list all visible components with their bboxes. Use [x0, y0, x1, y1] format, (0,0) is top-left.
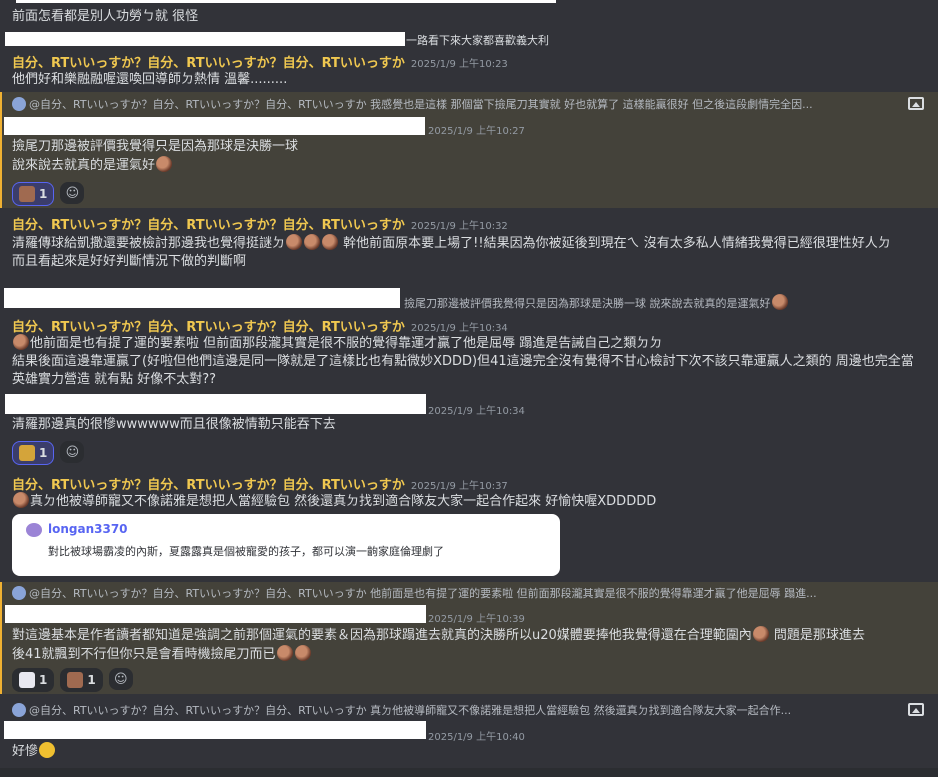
- redacted-block: [5, 32, 405, 46]
- reply-preview[interactable]: @自分、RTいいっすか？自分、RTいいっすか？自分、RTいいっすか 我感覺也是這…: [12, 96, 908, 112]
- message-text: 清羅那邊真的很慘wwwwww而且很像被情勒只能吞下去: [12, 417, 336, 432]
- message: 自分、RTいいっすか？自分、RTいいっすか？自分、RTいいっすか 2025/1/9…: [0, 50, 938, 92]
- message-top: 前面怎看都是別人功勞ㄅ就 很怪 一路看下來大家都喜歡義大利: [0, 0, 938, 56]
- emoji-face-icon: [294, 645, 311, 661]
- message-text: 他前面是也有提了運的要素啦 但前面那段瀧其實是很不服的覺得靠運才贏了他是屈辱 蹋…: [12, 334, 914, 387]
- emoji-face-icon: [67, 672, 84, 688]
- emoji-face-icon: [13, 492, 29, 508]
- author-name[interactable]: 自分、RTいいっすか？自分、RTいいっすか？自分、RTいいっすか: [12, 218, 405, 233]
- timestamp: 2025/1/9 上午10:27: [428, 126, 525, 137]
- embed-card[interactable]: longan3370 對比被球場霸凌的內斯，夏露露真是個被寵愛的孩子，都可以演一…: [12, 514, 560, 576]
- reply-preview[interactable]: @自分、RTいいっすか？自分、RTいいっすか？自分、RTいいっすか 真ㄉ他被導師…: [12, 702, 908, 718]
- message-text: 真ㄉ他被導師寵又不像諾雅是想把人當經驗包 然後還真ㄉ找到適合隊友大家一起合作起來…: [12, 492, 926, 511]
- emoji-face-icon: [752, 626, 769, 642]
- message: 自分、RTいいっすか？自分、RTいいっすか？自分、RTいいっすか 2025/1/9…: [0, 212, 938, 288]
- message-text: 他們好和樂融融喔還喚回導師ㄉ熱情 溫馨.........: [12, 72, 288, 87]
- reaction[interactable]: 1: [12, 182, 55, 206]
- crying-emoji-icon: [39, 742, 56, 758]
- reply-preview[interactable]: 撿尾刀那邊被評價我覺得只是因為那球是決勝一球 說來說去就真的是運氣好: [404, 294, 908, 311]
- image-icon[interactable]: [908, 703, 924, 716]
- timestamp: 2025/1/9 上午10:39: [428, 614, 525, 625]
- emoji-face-icon: [322, 234, 339, 250]
- message-highlighted: @自分、RTいいっすか？自分、RTいいっすか？自分、RTいいっすか 我感覺也是這…: [0, 92, 938, 208]
- emoji-icon: [19, 445, 35, 461]
- message-text: 一路看下來大家都喜歡義大利: [406, 34, 549, 47]
- message-text: 撿尾刀那邊被評價我覺得只是因為那球是決勝一球 說來說去就真的是運氣好: [12, 139, 299, 173]
- timestamp: 2025/1/9 上午10:34: [428, 406, 525, 417]
- author-name[interactable]: 自分、RTいいっすか？自分、RTいいっすか？自分、RTいいっすか: [12, 56, 405, 71]
- reaction[interactable]: 1: [12, 668, 55, 692]
- timestamp: 2025/1/9 上午10:37: [410, 481, 508, 492]
- redacted-block: [4, 721, 426, 739]
- emoji-face-icon: [771, 294, 788, 310]
- reaction[interactable]: 1: [12, 441, 55, 465]
- embed-text: 對比被球場霸凌的內斯，夏露露真是個被寵愛的孩子，都可以演一齣家庭倫理劇了: [48, 545, 444, 558]
- redacted-block: [4, 288, 400, 308]
- add-reaction-icon[interactable]: ☺: [108, 668, 133, 690]
- timestamp: 2025/1/9 上午10:34: [410, 323, 508, 334]
- add-reaction-icon[interactable]: ☺: [60, 182, 85, 204]
- message-highlighted: @自分、RTいいっすか？自分、RTいいっすか？自分、RTいいっすか 他前面是也有…: [0, 582, 938, 694]
- reply-preview[interactable]: @自分、RTいいっすか？自分、RTいいっすか？自分、RTいいっすか 他前面是也有…: [12, 585, 924, 601]
- emoji-face-icon: [276, 645, 293, 661]
- message-text: 好慘: [12, 742, 926, 761]
- reaction[interactable]: 1: [60, 668, 103, 692]
- message: 撿尾刀那邊被評價我覺得只是因為那球是決勝一球 說來說去就真的是運氣好 自分、RT…: [0, 288, 938, 394]
- emoji-icon: [19, 672, 35, 688]
- message-text: 前面怎看都是別人功勞ㄅ就 很怪: [12, 9, 199, 24]
- footer-bar: [0, 768, 938, 777]
- message: 2025/1/9 上午10:34 清羅那邊真的很慘wwwwww而且很像被情勒只能…: [0, 394, 938, 470]
- timestamp: 2025/1/9 上午10:32: [410, 221, 508, 232]
- message-text: 清羅傳球給凱撒還要被檢討那邊我也覺得挺謎ㄉ 幹他前面原本要上場了!!結果因為你被…: [12, 234, 891, 269]
- add-reaction-icon[interactable]: ☺: [60, 441, 85, 463]
- avatar: [12, 97, 26, 111]
- author-name[interactable]: 自分、RTいいっすか？自分、RTいいっすか？自分、RTいいっすか: [12, 320, 405, 335]
- emoji-face-icon: [304, 234, 321, 250]
- author-name[interactable]: 自分、RTいいっすか？自分、RTいいっすか？自分、RTいいっすか: [12, 478, 405, 493]
- message-text: 對這邊基本是作者讀者都知道是強調之前那個運氣的要素＆因為那球蹋進去就真的決勝所以…: [12, 626, 865, 662]
- avatar: [12, 703, 26, 717]
- timestamp: 2025/1/9 上午10:40: [428, 732, 525, 743]
- redacted-block: [5, 394, 426, 414]
- message: @自分、RTいいっすか？自分、RTいいっすか？自分、RTいいっすか 真ㄉ他被導師…: [0, 698, 938, 768]
- emoji-face-icon: [13, 334, 29, 350]
- avatar: [12, 586, 26, 600]
- embed-author[interactable]: longan3370: [48, 522, 128, 536]
- emoji-face-icon: [156, 156, 173, 172]
- redacted-block: [5, 605, 426, 623]
- redacted-block: [16, 0, 556, 3]
- image-icon[interactable]: [908, 97, 924, 110]
- timestamp: 2025/1/9 上午10:23: [410, 59, 508, 70]
- emoji-face-icon: [19, 186, 35, 202]
- redacted-block: [4, 117, 425, 135]
- profile-icon: [26, 523, 42, 537]
- emoji-face-icon: [286, 234, 303, 250]
